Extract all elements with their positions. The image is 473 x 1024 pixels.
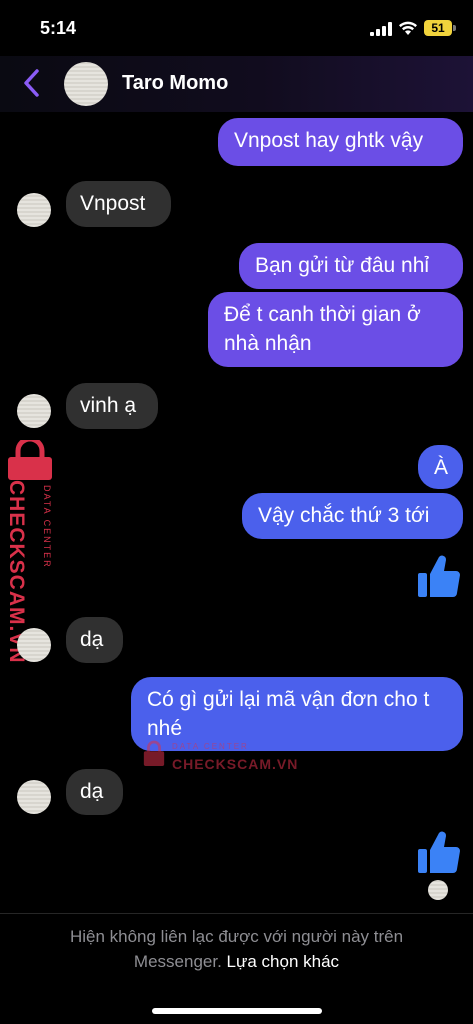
thumbs-up-icon[interactable] <box>417 829 461 875</box>
thumbs-up-icon[interactable] <box>417 553 461 599</box>
unavailable-notice: Hiện không liên lạc được với người này t… <box>30 924 443 974</box>
watermark-center: DATA CENTER CHECKSCAM.VN <box>142 738 302 772</box>
wifi-icon <box>399 21 417 35</box>
footer-divider <box>0 913 473 914</box>
watermark-sub: DATA CENTER <box>42 485 52 569</box>
message-text: Vnpost hay ghtk vậy <box>234 129 424 152</box>
message-text: vinh ạ <box>80 394 137 417</box>
message-text: Vậy chắc thứ 3 tới <box>258 504 430 527</box>
message-text: Bạn gửi từ đâu nhỉ <box>255 254 430 277</box>
contact-avatar-small <box>17 193 51 227</box>
checkscam-lock-logo <box>8 440 52 480</box>
message-outgoing[interactable]: Bạn gửi từ đâu nhỉ <box>239 243 463 289</box>
contact-avatar-small <box>17 394 51 428</box>
status-bar: 5:14 51 <box>0 0 473 56</box>
contact-avatar-small <box>17 628 51 662</box>
watermark-sub: DATA CENTER <box>172 742 249 751</box>
cellular-signal-icon <box>370 22 392 36</box>
message-incoming[interactable]: Vnpost <box>66 181 171 227</box>
checkscam-lock-logo <box>143 740 165 766</box>
contact-avatar[interactable] <box>64 62 108 106</box>
status-time: 5:14 <box>40 18 77 38</box>
message-text: Để t canh thời gian ở nhà nhận <box>224 303 421 355</box>
message-outgoing[interactable]: À <box>418 445 463 489</box>
message-outgoing[interactable]: Vnpost hay ghtk vậy <box>218 118 463 166</box>
message-text: dạ <box>80 628 104 651</box>
message-incoming[interactable]: vinh ạ <box>66 383 158 429</box>
back-chevron-icon[interactable] <box>20 68 44 98</box>
seen-receipt-avatar <box>428 880 448 900</box>
contact-avatar-small <box>17 780 51 814</box>
other-options-link[interactable]: Lựa chọn khác <box>227 952 340 971</box>
message-outgoing[interactable]: Để t canh thời gian ở nhà nhận <box>208 292 463 367</box>
message-text: À <box>434 456 449 479</box>
contact-name[interactable]: Taro Momo <box>122 72 228 95</box>
chat-header: Taro Momo <box>0 56 473 112</box>
home-indicator[interactable] <box>152 1008 322 1014</box>
message-incoming[interactable]: dạ <box>66 769 123 815</box>
message-outgoing[interactable]: Vậy chắc thứ 3 tới <box>242 493 463 539</box>
battery-indicator: 51 <box>424 20 456 36</box>
message-text: Có gì gửi lại mã vận đơn cho t nhé <box>147 688 430 740</box>
message-incoming[interactable]: dạ <box>66 617 123 663</box>
message-text: dạ <box>80 780 104 803</box>
message-text: Vnpost <box>80 192 146 215</box>
watermark-brand: CHECKSCAM.VN <box>172 756 299 772</box>
